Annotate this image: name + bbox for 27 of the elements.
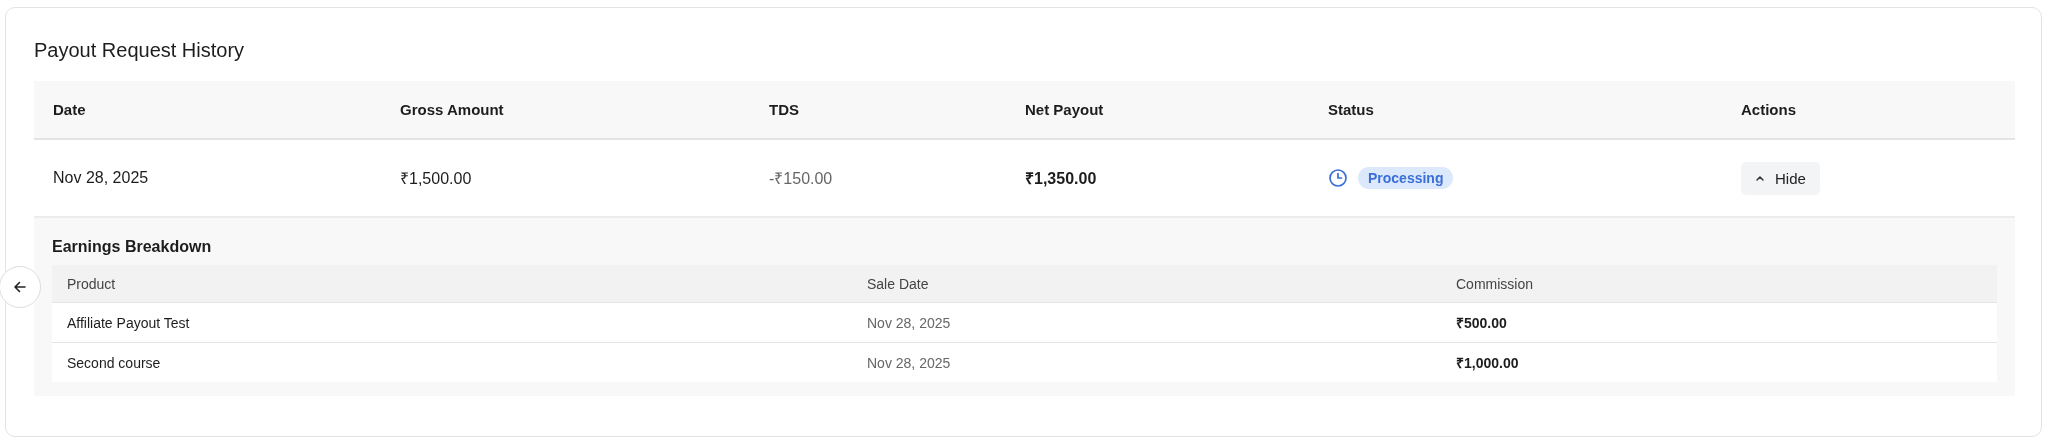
table-cell: ₹1,500.00 bbox=[400, 170, 472, 187]
status-badge: Processing bbox=[1358, 167, 1454, 189]
column-header: Actions bbox=[1741, 101, 1796, 118]
column-header: Date bbox=[53, 101, 86, 118]
column-header: Product bbox=[67, 275, 116, 292]
column-header: Gross Amount bbox=[400, 101, 504, 118]
hide-button[interactable]: Hide bbox=[1741, 161, 1820, 195]
table-cell: Second course bbox=[67, 354, 161, 371]
table-cell: ₹500.00 bbox=[1456, 315, 1507, 331]
table-cell: Affiliate Payout Test bbox=[67, 314, 190, 331]
table-cell: ₹1,000.00 bbox=[1456, 355, 1519, 371]
arrow-left-icon bbox=[12, 279, 28, 295]
table-cell: Nov 28, 2025 bbox=[53, 169, 149, 186]
column-header: Sale Date bbox=[867, 275, 929, 292]
column-header: Commission bbox=[1456, 275, 1533, 292]
column-header: Net Payout bbox=[1025, 101, 1104, 118]
caret-icon bbox=[1755, 173, 1765, 183]
table-cell: Nov 28, 2025 bbox=[867, 354, 951, 371]
table-cell: Nov 28, 2025 bbox=[867, 314, 951, 331]
table-cell: ₹1,350.00 bbox=[1025, 170, 1097, 187]
section-title: Payout Request History bbox=[34, 38, 246, 62]
column-header: TDS bbox=[769, 101, 799, 118]
back-button[interactable] bbox=[0, 266, 41, 308]
clock-icon bbox=[1328, 168, 1348, 188]
breakdown-title: Earnings Breakdown bbox=[52, 238, 213, 256]
column-header: Status bbox=[1328, 101, 1374, 118]
table-cell: -₹150.00 bbox=[769, 170, 833, 187]
